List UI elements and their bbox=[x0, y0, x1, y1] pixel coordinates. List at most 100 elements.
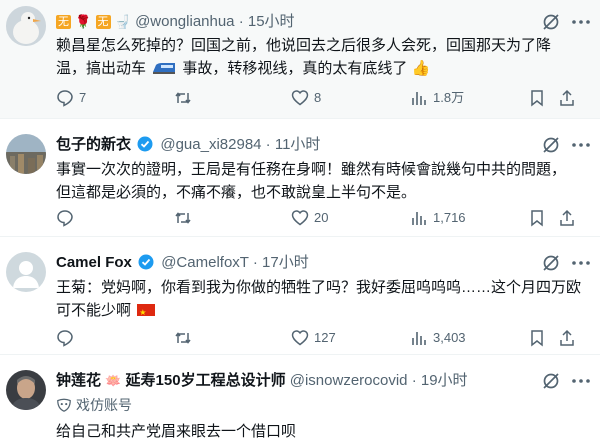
reply-button[interactable] bbox=[56, 328, 79, 348]
portrait-avatar-icon bbox=[6, 370, 46, 410]
more-options-icon[interactable] bbox=[570, 136, 592, 154]
retweet-button[interactable] bbox=[174, 328, 197, 348]
reply-count: 7 bbox=[79, 90, 87, 105]
tweet-text-part: 可不能少啊 bbox=[56, 302, 132, 319]
retweet-button[interactable] bbox=[174, 208, 197, 228]
display-name[interactable]: 包子的新衣 bbox=[56, 136, 131, 153]
reply-icon bbox=[57, 330, 73, 347]
goose-avatar-icon bbox=[6, 6, 46, 46]
views-count: 1.8万 bbox=[433, 90, 465, 105]
views-count: 3,403 bbox=[433, 330, 466, 345]
verified-badge-icon[interactable] bbox=[138, 254, 154, 270]
timestamp[interactable]: · 19小时 bbox=[412, 372, 468, 389]
avatar[interactable] bbox=[6, 6, 46, 46]
grok-icon[interactable] bbox=[542, 136, 560, 154]
bookmark-icon[interactable] bbox=[528, 209, 546, 227]
bookmark-icon[interactable] bbox=[528, 329, 546, 347]
display-name[interactable]: Camel Fox bbox=[56, 254, 132, 271]
parody-label-text: 戏仿账号 bbox=[76, 397, 132, 413]
more-options-icon[interactable] bbox=[570, 372, 592, 390]
tweet-4[interactable]: 钟莲花 🪷 延寿150岁工程总设计师 @isnowzerocovid · 19小… bbox=[0, 354, 600, 445]
tweet-3[interactable]: Camel Fox @CamelfoxT · 17小时 王菊：党妈啊，你看到我为… bbox=[0, 236, 600, 355]
share-icon[interactable] bbox=[558, 209, 576, 227]
tweet-text: 事實一次次的證明，王局是有任務在身啊！雖然有時候會說幾句中共的問題， 但這都是必… bbox=[56, 158, 586, 204]
grok-icon[interactable] bbox=[542, 254, 560, 272]
avatar[interactable] bbox=[6, 252, 46, 292]
tweet-1[interactable]: 无 🌹 无 🚽 @wonglianhua · 15小时 赖昌星怎么死掉的？回国之… bbox=[0, 0, 600, 119]
rose-emoji-icon: 🌹 bbox=[75, 14, 92, 29]
handle[interactable]: @wonglianhua bbox=[135, 13, 234, 30]
tweet-text-line: 事實一次次的證明，王局是有任務在身啊！雖然有時候會說幾句中共的問題， bbox=[56, 161, 567, 178]
tweet-text-line: 王菊：党妈啊，你看到我为你做的牺牲了吗？我好委屈呜呜呜……这个月四万欧 bbox=[56, 279, 582, 296]
timestamp[interactable]: · 17小时 bbox=[253, 254, 309, 271]
tweet-header: 包子的新衣 @gua_xi82984 · 11小时 bbox=[56, 135, 320, 155]
handle[interactable]: @CamelfoxT bbox=[161, 254, 248, 271]
tweet-header: 钟莲花 🪷 延寿150岁工程总设计师 @isnowzerocovid · 19小… bbox=[56, 371, 468, 391]
views-button[interactable]: 1,716 bbox=[410, 208, 466, 228]
retweet-icon bbox=[175, 332, 191, 344]
heart-icon bbox=[291, 330, 309, 346]
lotus-emoji-icon: 🪷 bbox=[105, 373, 122, 388]
toilet-emoji-icon: 🚽 bbox=[114, 14, 131, 29]
avatar[interactable] bbox=[6, 370, 46, 410]
handle[interactable]: @gua_xi82984 bbox=[160, 136, 261, 153]
like-count: 20 bbox=[314, 210, 329, 225]
bullet-train-emoji-icon bbox=[153, 63, 176, 74]
grok-icon[interactable] bbox=[542, 13, 560, 31]
heart-icon bbox=[291, 210, 309, 226]
tweet-text-line: 但這都是必須的，不痛不癢，也不敢說皇上半句不是。 bbox=[56, 184, 417, 201]
parody-mask-icon bbox=[57, 398, 71, 412]
timestamp[interactable]: · 11小时 bbox=[266, 136, 321, 153]
reply-button[interactable] bbox=[56, 208, 79, 228]
display-name-part: 无 bbox=[56, 15, 71, 29]
tweet-text-part: 温，搞出动车 bbox=[56, 60, 147, 77]
share-icon[interactable] bbox=[558, 89, 576, 107]
china-flag-emoji-icon bbox=[137, 301, 156, 324]
tweet-header: 无 🌹 无 🚽 @wonglianhua · 15小时 bbox=[56, 12, 295, 32]
tweet-text-part: 事故，转移视线，真的太有底线了 bbox=[182, 60, 408, 77]
views-chart-icon bbox=[412, 92, 426, 105]
display-name-part: 无 bbox=[95, 15, 111, 29]
grok-icon[interactable] bbox=[542, 372, 560, 390]
retweet-icon bbox=[175, 212, 191, 224]
tweet-text: 给自己和共产党眉来眼去一个借口呗 bbox=[56, 420, 586, 443]
more-options-icon[interactable] bbox=[570, 254, 592, 272]
retweet-icon bbox=[175, 92, 191, 104]
like-button[interactable]: 127 bbox=[291, 328, 336, 348]
more-options-icon[interactable] bbox=[570, 13, 592, 31]
bookmark-icon[interactable] bbox=[528, 89, 546, 107]
verified-badge-icon[interactable] bbox=[137, 136, 153, 152]
tweet-text-line: 赖昌星怎么死掉的？回国之前，他说回去之后很多人会死，回国那天为了降 bbox=[56, 37, 552, 54]
views-chart-icon bbox=[412, 212, 426, 225]
tweet-text-line: 可不能少啊 bbox=[56, 299, 586, 324]
default-profile-avatar-icon bbox=[6, 252, 46, 292]
views-button[interactable]: 1.8万 bbox=[410, 88, 464, 108]
parody-label: 戏仿账号 bbox=[56, 395, 132, 415]
like-count: 127 bbox=[314, 330, 336, 345]
retweet-button[interactable] bbox=[174, 88, 197, 108]
heart-icon bbox=[291, 90, 309, 106]
reply-icon bbox=[57, 90, 73, 107]
avatar[interactable] bbox=[6, 134, 46, 174]
timestamp[interactable]: · 15小时 bbox=[239, 13, 295, 30]
reply-icon bbox=[57, 210, 73, 227]
tweet-2[interactable]: 包子的新衣 @gua_xi82984 · 11小时 事實一次次的證明，王局是有任… bbox=[0, 118, 600, 237]
reply-button[interactable]: 7 bbox=[56, 88, 86, 108]
tweet-header: Camel Fox @CamelfoxT · 17小时 bbox=[56, 253, 309, 273]
views-chart-icon bbox=[412, 332, 426, 345]
thumbs-up-emoji-icon: 👍 bbox=[411, 60, 431, 77]
like-button[interactable]: 20 bbox=[291, 208, 328, 228]
views-button[interactable]: 3,403 bbox=[410, 328, 466, 348]
tweet-text: 王菊：党妈啊，你看到我为你做的牺牲了吗？我好委屈呜呜呜……这个月四万欧 可不能少… bbox=[56, 276, 586, 324]
tweet-text: 赖昌星怎么死掉的？回国之前，他说回去之后很多人会死，回国那天为了降 温，搞出动车… bbox=[56, 34, 586, 80]
like-count: 8 bbox=[314, 90, 322, 105]
tweet-text-line: 温，搞出动车 事故，转移视线，真的太有底线了 👍 bbox=[56, 57, 586, 80]
like-button[interactable]: 8 bbox=[291, 88, 321, 108]
share-icon[interactable] bbox=[558, 329, 576, 347]
handle[interactable]: @isnowzerocovid bbox=[290, 372, 408, 389]
display-name[interactable]: 延寿150岁工程总设计师 bbox=[126, 372, 286, 389]
display-name[interactable]: 钟莲花 bbox=[56, 372, 101, 389]
tweet-text-line: 给自己和共产党眉来眼去一个借口呗 bbox=[56, 423, 297, 440]
city-skyline-avatar-icon bbox=[6, 134, 46, 174]
views-count: 1,716 bbox=[433, 210, 466, 225]
